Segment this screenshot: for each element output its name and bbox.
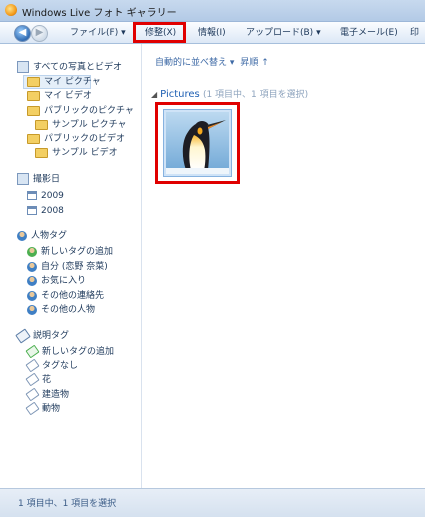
- nav-people-favorites[interactable]: お気に入り: [27, 275, 86, 288]
- nav-sample-pictures[interactable]: サンプル ピクチャ: [35, 119, 127, 132]
- person-icon: [27, 290, 37, 301]
- nav-my-videos[interactable]: マイ ビデオ: [27, 90, 92, 103]
- calendar-icon: [27, 206, 37, 215]
- status-bar: 1 項目中、1 項目を選択: [0, 488, 425, 517]
- folder-icon: [35, 119, 48, 130]
- arrange-controls: 自動的に並べ替え ▾ 昇順 ↑: [155, 55, 269, 68]
- arrange-by-dropdown[interactable]: 自動的に並べ替え ▾: [155, 58, 234, 68]
- back-button[interactable]: ◀: [14, 25, 31, 42]
- nav-tag-buildings[interactable]: 建造物: [25, 387, 69, 402]
- email-menu[interactable]: 電子メール(E): [340, 26, 398, 40]
- nav-tag-animals[interactable]: 動物: [25, 401, 60, 416]
- group-header-pictures[interactable]: ◢ Pictures (1 項目中、1 項目を選択): [151, 87, 308, 100]
- calendar-group-icon: [17, 173, 29, 185]
- nav-people-self[interactable]: 自分 (恋野 奈菜): [27, 261, 108, 274]
- photo-browser-pane: 自動的に並べ替え ▾ 昇順 ↑ ◢ Pictures (1 項目中、1 項目を選択): [142, 44, 425, 488]
- window-title: Windows Live フォト ギャラリー: [22, 8, 177, 19]
- upload-menu[interactable]: アップロード(B) ▾: [246, 26, 321, 40]
- nav-year-2008[interactable]: 2008: [27, 205, 64, 218]
- nav-all-photos-videos[interactable]: すべての写真とビデオ: [17, 61, 122, 74]
- sort-order-button[interactable]: 昇順 ↑: [240, 58, 268, 68]
- calendar-icon: [27, 191, 37, 200]
- photo-gallery-app-icon: [5, 4, 17, 16]
- nav-people-other-people[interactable]: その他の人物: [27, 304, 95, 317]
- navigation-pane: すべての写真とビデオ マイ ピクチャ マイ ビデオ パブリックのピクチャ サンプ…: [0, 44, 142, 488]
- forward-arrow-icon: ▶: [35, 27, 44, 38]
- title-bar: Windows Live フォト ギャラリー: [0, 0, 425, 22]
- folder-icon: [27, 90, 40, 101]
- print-menu[interactable]: 印: [410, 26, 419, 40]
- nav-public-videos[interactable]: パブリックのビデオ: [27, 133, 125, 146]
- folder-icon: [27, 76, 40, 87]
- person-icon: [27, 275, 37, 286]
- tag-icon: [25, 401, 40, 416]
- folder-icon: [27, 133, 40, 144]
- tag-icon: [25, 372, 40, 387]
- add-tag-icon: [25, 344, 40, 359]
- nav-sample-videos[interactable]: サンプル ビデオ: [35, 147, 118, 160]
- nav-tag-flowers[interactable]: 花: [25, 372, 51, 387]
- nav-date-taken-header[interactable]: 撮影日: [17, 173, 60, 186]
- nav-tag-untagged[interactable]: タグなし: [25, 358, 78, 373]
- person-icon: [27, 261, 37, 272]
- nav-public-pictures[interactable]: パブリックのピクチャ: [27, 105, 134, 118]
- file-menu[interactable]: ファイル(F) ▾: [70, 26, 126, 40]
- nav-people-other-contacts[interactable]: その他の連絡先: [27, 290, 104, 303]
- nav-people-tags-header[interactable]: 人物タグ: [17, 230, 67, 243]
- nav-people-add-tag[interactable]: 新しいタグの追加: [27, 246, 113, 259]
- nav-tag-add[interactable]: 新しいタグの追加: [25, 344, 114, 359]
- person-icon: [27, 304, 37, 315]
- back-arrow-icon: ◀: [18, 27, 27, 38]
- penguin-image: [166, 112, 229, 174]
- nav-descriptive-tags-header[interactable]: 説明タグ: [15, 327, 69, 344]
- collapse-arrow-icon: ◢: [151, 90, 158, 99]
- info-menu[interactable]: 情報(I): [198, 26, 226, 40]
- folder-icon: [35, 147, 48, 158]
- selection-status: 1 項目中、1 項目を選択: [18, 499, 117, 509]
- tag-group-icon: [15, 327, 31, 344]
- nav-my-pictures[interactable]: マイ ピクチャ: [27, 76, 101, 89]
- photo-thumbnail-penguin[interactable]: [163, 109, 232, 177]
- menu-toolbar: ◀ ▶ ファイル(F) ▾ 修整(X) 情報(I) アップロード(B) ▾ 電子…: [0, 22, 425, 44]
- folder-icon: [27, 105, 40, 116]
- photos-icon: [17, 61, 29, 73]
- tag-icon: [25, 358, 40, 373]
- people-icon: [17, 230, 27, 241]
- thumbnail-highlight-box: [155, 102, 240, 184]
- tag-icon: [25, 387, 40, 402]
- forward-button[interactable]: ▶: [31, 25, 48, 42]
- fix-menu-highlight-box: [133, 22, 186, 43]
- add-person-icon: [27, 246, 37, 257]
- nav-year-2009[interactable]: 2009: [27, 190, 64, 203]
